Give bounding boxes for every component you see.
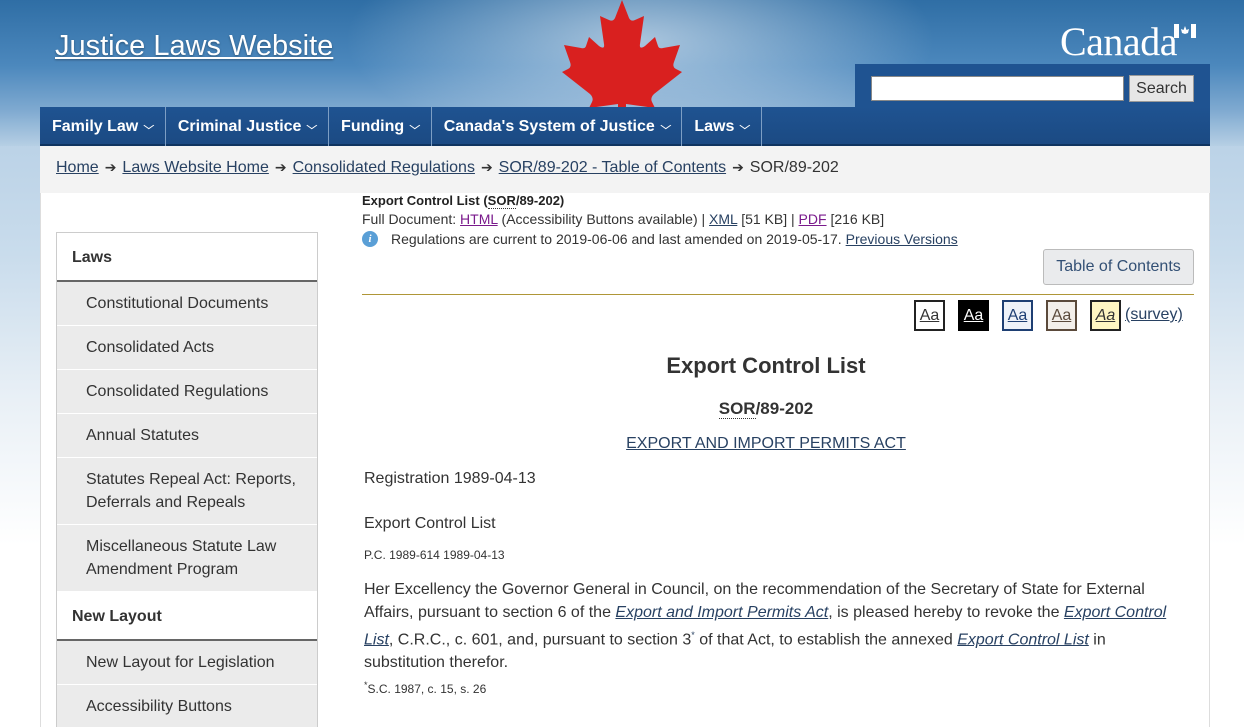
sidebar: Laws Constitutional Documents Consolidat…: [56, 232, 318, 727]
sidebar-item-label: Accessibility Buttons: [86, 698, 232, 715]
page-title: Export Control List: [666, 353, 866, 378]
accessibility-buttons: Aa Aa Aa Aa Aa (survey): [914, 298, 1183, 332]
arrow-right-icon: ➔: [732, 159, 744, 175]
style-default-button[interactable]: Aa: [914, 299, 945, 331]
nav-label: Criminal Justice: [177, 117, 302, 135]
search-button[interactable]: Search: [1129, 75, 1194, 102]
chevron-down-icon: ⌵: [739, 121, 751, 132]
enabling-act: EXPORT AND IMPORT PERMITS ACT: [362, 435, 1170, 453]
enabling-act-link[interactable]: EXPORT AND IMPORT PERMITS ACT: [626, 435, 906, 452]
sidebar-item-label: Annual Statutes: [86, 427, 199, 444]
style-high-contrast-button[interactable]: Aa: [958, 299, 989, 331]
footnote: *S.C. 1987, c. 15, s. 26: [364, 680, 487, 696]
chevron-down-icon: ⌵: [660, 121, 671, 132]
pdf-link[interactable]: PDF: [799, 211, 827, 227]
sidebar-item-statutes-repeal-act[interactable]: Statutes Repeal Act: Reports, Deferrals …: [57, 458, 317, 525]
section-heading: Export Control List: [364, 515, 496, 532]
nav-label: Laws: [694, 117, 735, 135]
sidebar-heading-laws[interactable]: Laws: [57, 233, 317, 282]
sidebar-item-accessibility-buttons[interactable]: Accessibility Buttons: [57, 685, 317, 727]
style-sepia-button[interactable]: Aa: [1046, 299, 1077, 331]
sidebar-item-label: Statutes Repeal Act: Reports, Deferrals …: [86, 471, 296, 511]
breadcrumb: Home ➔ Laws Website Home ➔ Consolidated Regu…: [40, 146, 1210, 193]
nav-family-law[interactable]: Family Law ⌵: [40, 107, 166, 146]
full-document-links: Full Document: HTML (Accessibility Butto…: [362, 211, 885, 227]
sidebar-item-consolidated-acts[interactable]: Consolidated Acts: [57, 326, 317, 370]
canada-wordmark: Canada: [1060, 19, 1177, 64]
arrow-right-icon: ➔: [480, 159, 493, 175]
currency-notice: i Regulations are current to 2019-06-06 …: [362, 231, 958, 247]
sidebar-heading-new-layout[interactable]: New Layout: [57, 592, 317, 641]
main-nav: Family Law ⌵ Criminal Justice ⌵ Funding ⌵ C…: [40, 107, 1210, 146]
currency-text: Regulations are current to 2019-06-06 an…: [391, 231, 842, 247]
sor-abbreviation: SOR: [487, 193, 516, 209]
nav-funding[interactable]: Funding ⌵: [329, 107, 432, 146]
site-header: Justice Laws Website Canada Search Famil…: [0, 0, 1244, 146]
enacting-paragraph: Her Excellency the Governor General in C…: [364, 581, 1167, 672]
sidebar-item-miscellaneous-statute-law[interactable]: Miscellaneous Statute Law Amendment Prog…: [57, 525, 317, 592]
nav-label: Funding: [341, 117, 405, 135]
style-blue-button[interactable]: Aa: [1002, 299, 1033, 331]
divider: [362, 294, 1194, 295]
nav-label: Family Law: [52, 117, 139, 135]
sidebar-item-label: Consolidated Acts: [86, 339, 215, 356]
info-icon: i: [362, 231, 378, 247]
sor-number: SOR/89-202: [718, 399, 814, 419]
nav-label: Canada's System of Justice: [443, 117, 655, 135]
sidebar-item-label: Constitutional Documents: [86, 295, 269, 312]
order-in-council: P.C. 1989-614 1989-04-13: [364, 548, 505, 562]
nav-canadas-system-of-justice[interactable]: Canada's System of Justice ⌵: [432, 107, 683, 146]
breadcrumb-laws-home[interactable]: Laws Website Home: [122, 159, 268, 176]
survey-link[interactable]: (survey): [1125, 306, 1183, 324]
act-link[interactable]: Export and Import Permits Act: [615, 604, 828, 621]
search-input[interactable]: [871, 76, 1124, 101]
sidebar-item-annual-statutes[interactable]: Annual Statutes: [57, 414, 317, 458]
xml-link[interactable]: XML: [709, 211, 737, 227]
breadcrumb-table-of-contents[interactable]: SOR/89-202 - Table of Contents: [499, 159, 726, 176]
chevron-down-icon: ⌵: [409, 121, 421, 132]
breadcrumb-current: SOR/89-202: [749, 159, 839, 176]
site-title[interactable]: Justice Laws Website: [55, 30, 333, 63]
sidebar-item-label: Consolidated Regulations: [86, 383, 269, 400]
breadcrumb-home[interactable]: Home: [56, 159, 99, 176]
maple-leaf-icon: [562, 0, 682, 108]
previous-versions-link[interactable]: Previous Versions: [846, 231, 958, 247]
nav-criminal-justice[interactable]: Criminal Justice ⌵: [166, 107, 330, 146]
document-short-title: Export Control List (SOR/89-202): [362, 193, 565, 209]
breadcrumb-consolidated-regulations[interactable]: Consolidated Regulations: [293, 159, 475, 176]
sidebar-item-label: Miscellaneous Statute Law Amendment Prog…: [86, 538, 277, 578]
nav-laws[interactable]: Laws ⌵: [682, 107, 762, 146]
sidebar-item-new-layout-for-legislation[interactable]: New Layout for Legislation: [57, 641, 317, 685]
export-control-list-link[interactable]: Export Control List: [957, 631, 1089, 648]
style-yellow-dyslexia-button[interactable]: Aa: [1090, 299, 1121, 331]
table-of-contents-button[interactable]: Table of Contents: [1043, 249, 1194, 285]
canada-flag-icon: [1174, 24, 1196, 38]
sidebar-item-constitutional-documents[interactable]: Constitutional Documents: [57, 282, 317, 326]
chevron-down-icon: ⌵: [306, 121, 318, 132]
arrow-right-icon: ➔: [104, 159, 117, 175]
sidebar-item-label: New Layout for Legislation: [86, 654, 275, 671]
sidebar-item-consolidated-regulations[interactable]: Consolidated Regulations: [57, 370, 317, 414]
registration-date: Registration 1989-04-13: [364, 470, 536, 487]
chevron-down-icon: ⌵: [143, 121, 155, 132]
html-link[interactable]: HTML: [460, 211, 498, 227]
arrow-right-icon: ➔: [274, 159, 287, 175]
